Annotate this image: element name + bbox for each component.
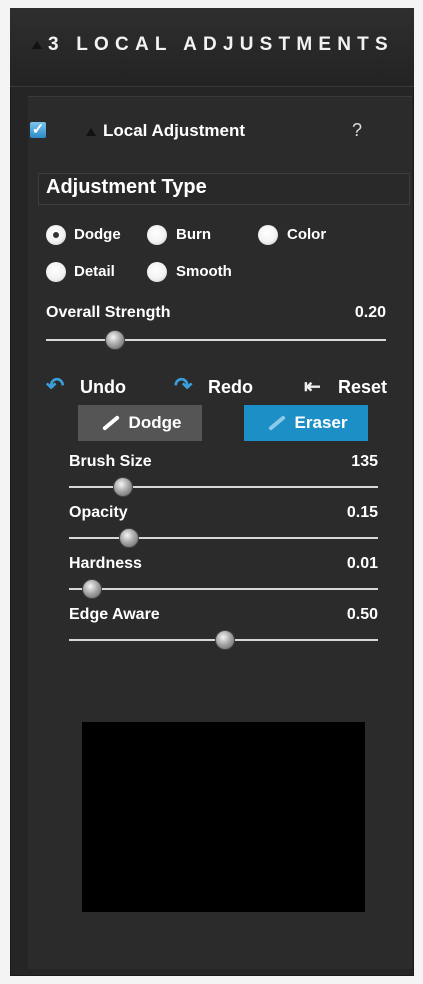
undo-icon[interactable]: ↶ (46, 373, 64, 399)
overall-strength-value: 0.20 (354, 304, 386, 321)
dodge-brush-button[interactable]: Dodge (78, 405, 202, 441)
local-adjustment-label: Local Adjustment (103, 121, 245, 140)
edge-aware-value: 0.50 (346, 606, 378, 623)
radio-label-dodge: Dodge (74, 226, 121, 243)
radio-label-detail: Detail (74, 263, 115, 280)
overall-strength-label: Overall Strength (46, 304, 171, 321)
eraser-brush-button[interactable]: Eraser (244, 405, 368, 441)
overall-strength-knob[interactable] (105, 330, 125, 350)
brush-size-label: Brush Size (69, 453, 152, 470)
brush-preview (82, 722, 365, 912)
undo-button[interactable]: Undo (80, 377, 126, 398)
brush-icon (99, 413, 119, 433)
opacity-knob[interactable] (118, 528, 139, 548)
brush-icon (265, 413, 285, 433)
radio-label-burn: Burn (176, 226, 211, 243)
brush-size-knob[interactable] (112, 477, 133, 497)
radio-burn[interactable] (147, 225, 167, 245)
edge-aware-label: Edge Aware (69, 606, 160, 623)
reset-button[interactable]: Reset (338, 377, 387, 398)
dodge-brush-label: Dodge (128, 413, 182, 432)
reset-icon[interactable]: ⇤ (304, 374, 321, 399)
expand-triangle-icon[interactable] (86, 128, 96, 136)
opacity-value: 0.15 (346, 504, 378, 521)
brush-size-value: 135 (351, 453, 378, 470)
opacity-track[interactable] (69, 537, 378, 539)
local-adjustment-checkbox[interactable]: ✓ (30, 122, 46, 138)
hardness-knob[interactable] (81, 579, 102, 599)
panel-title: 3 LOCAL ADJUSTMENTS (48, 34, 394, 55)
radio-smooth[interactable] (147, 262, 167, 282)
radio-detail[interactable] (46, 262, 66, 282)
hardness-value: 0.01 (346, 555, 378, 572)
overall-strength-track[interactable] (46, 339, 386, 341)
opacity-label: Opacity (69, 504, 128, 521)
collapse-triangle-icon[interactable] (32, 41, 42, 49)
radio-label-color: Color (287, 226, 327, 243)
edge-aware-knob[interactable] (214, 630, 235, 650)
redo-button[interactable]: Redo (208, 377, 253, 398)
help-icon[interactable]: ? (352, 120, 362, 141)
radio-color[interactable] (258, 225, 278, 245)
panel-header[interactable]: 3 LOCAL ADJUSTMENTS (10, 8, 414, 87)
radio-label-smooth: Smooth (176, 263, 232, 280)
hardness-label: Hardness (69, 555, 142, 572)
adjustment-type-title: Adjustment Type (46, 176, 207, 198)
radio-dodge[interactable] (46, 225, 66, 245)
redo-icon[interactable]: ↷ (174, 373, 192, 399)
eraser-brush-label: Eraser (294, 413, 348, 432)
hardness-track[interactable] (69, 588, 378, 590)
